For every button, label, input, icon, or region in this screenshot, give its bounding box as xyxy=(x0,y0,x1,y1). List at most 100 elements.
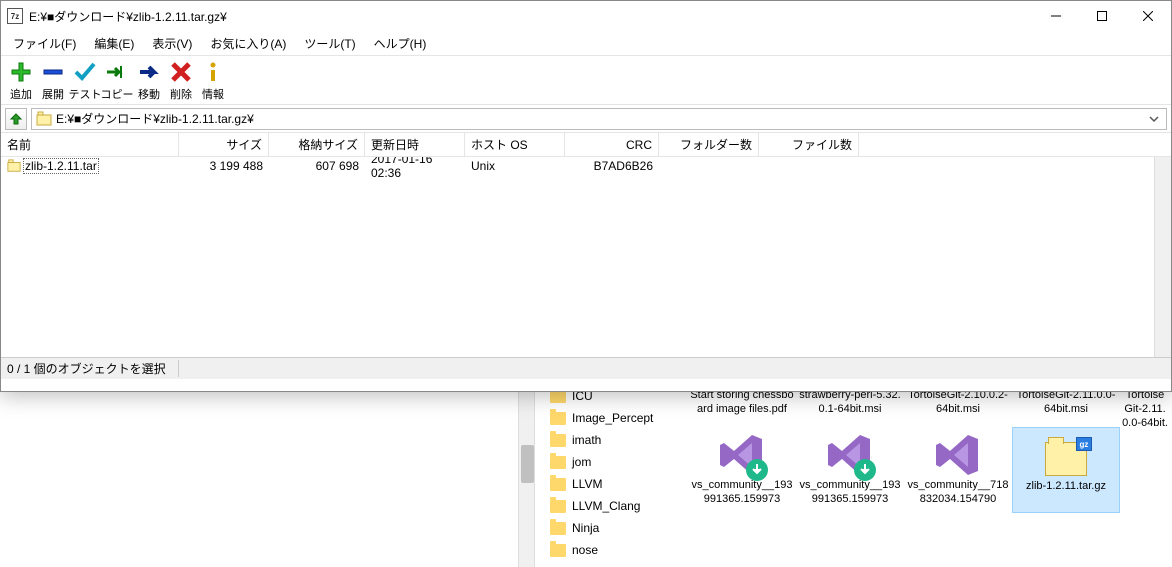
menu-help[interactable]: ヘルプ(H) xyxy=(366,33,435,54)
file-label: vs_community__193991365.159973 xyxy=(798,479,902,507)
column-crc[interactable]: CRC xyxy=(565,133,659,156)
file-item[interactable]: Start storing chessboard image files.pdf xyxy=(688,389,796,427)
file-item[interactable]: TortoiseGit-2.10.0.2-64bit.msi xyxy=(904,389,1012,427)
file-item[interactable]: vs_community__193991365.159973 xyxy=(688,427,796,513)
file-item[interactable]: TortoiseGit-2.11.0.0-64bit.msi xyxy=(1012,389,1120,427)
visual-studio-icon xyxy=(718,431,766,479)
move-button[interactable]: 移動 xyxy=(133,60,165,102)
chevron-down-icon[interactable] xyxy=(1146,114,1162,124)
folder-icon xyxy=(550,456,566,469)
list-header: 名前 サイズ 格納サイズ 更新日時 ホスト OS CRC フォルダー数 ファイル… xyxy=(1,133,1171,157)
minus-icon xyxy=(41,60,65,84)
toolbar-label: テスト xyxy=(69,86,102,102)
column-files[interactable]: ファイル数 xyxy=(759,133,859,156)
check-icon xyxy=(73,60,97,84)
list-body[interactable]: zlib-1.2.11.tar 3 199 488 607 698 2017-0… xyxy=(1,157,1171,357)
file-label: TortoiseGit-2.11.0.0-64bit.msi xyxy=(1122,389,1168,427)
minimize-button[interactable] xyxy=(1033,1,1079,31)
file-label: zlib-1.2.11.tar.gz xyxy=(1026,480,1106,494)
cell-host: Unix xyxy=(465,158,565,174)
tree-label: Image_Percept xyxy=(572,411,653,425)
file-label: TortoiseGit-2.11.0.0-64bit.msi xyxy=(1014,389,1118,417)
menu-view[interactable]: 表示(V) xyxy=(144,33,200,54)
plus-icon xyxy=(9,60,33,84)
column-packed[interactable]: 格納サイズ xyxy=(269,133,365,156)
test-button[interactable]: テスト xyxy=(69,60,101,102)
cell-folders xyxy=(659,165,759,167)
file-label: Start storing chessboard image files.pdf xyxy=(690,389,794,417)
cell-name-text: zlib-1.2.11.tar xyxy=(23,158,99,174)
explorer-window: ICU Image_Percept imath jom LLVM LLVM_Cl… xyxy=(536,385,1172,567)
folder-icon xyxy=(550,500,566,513)
x-icon xyxy=(169,60,193,84)
tree-label: Ninja xyxy=(572,521,599,535)
file-item[interactable]: vs_community__193991365.159973 xyxy=(796,427,904,513)
window-title: E:¥■ダウンロード¥zlib-1.2.11.tar.gz¥ xyxy=(29,8,1033,25)
file-label: TortoiseGit-2.10.0.2-64bit.msi xyxy=(906,389,1010,417)
archive-small-icon xyxy=(7,159,21,173)
column-folders[interactable]: フォルダー数 xyxy=(659,133,759,156)
copy-arrow-icon xyxy=(105,60,129,84)
tree-item[interactable]: Ninja xyxy=(536,517,684,539)
column-size[interactable]: サイズ xyxy=(179,133,269,156)
column-modified[interactable]: 更新日時 xyxy=(365,133,465,156)
path-input[interactable]: E:¥■ダウンロード¥zlib-1.2.11.tar.gz¥ xyxy=(31,108,1167,130)
titlebar: 7z E:¥■ダウンロード¥zlib-1.2.11.tar.gz¥ xyxy=(1,1,1171,31)
file-item[interactable]: vs_community__718832034.154790 xyxy=(904,427,1012,513)
tree-item[interactable]: jom xyxy=(536,451,684,473)
info-icon xyxy=(201,60,225,84)
statusbar: 0 / 1 個のオブジェクトを選択 xyxy=(1,357,1171,379)
archive-small-icon xyxy=(36,111,52,127)
visual-studio-icon xyxy=(826,431,874,479)
menu-tools[interactable]: ツール(T) xyxy=(296,33,363,54)
tree-label: imath xyxy=(572,433,601,447)
folder-icon xyxy=(550,478,566,491)
column-name[interactable]: 名前 xyxy=(1,133,179,156)
cell-name: zlib-1.2.11.tar xyxy=(1,157,179,175)
sevenzip-window: 7z E:¥■ダウンロード¥zlib-1.2.11.tar.gz¥ ファイル(F… xyxy=(0,0,1172,392)
add-button[interactable]: 追加 xyxy=(5,60,37,102)
toolbar-label: 削除 xyxy=(170,86,192,102)
file-item[interactable]: TortoiseGit-2.11.0.0-64bit.msi xyxy=(1120,389,1170,427)
explorer-file-grid: Start storing chessboard image files.pdf… xyxy=(684,385,1172,567)
list-scrollbar[interactable] xyxy=(1154,157,1171,357)
maximize-button[interactable] xyxy=(1079,1,1125,31)
pathbar: E:¥■ダウンロード¥zlib-1.2.11.tar.gz¥ xyxy=(1,105,1171,133)
cell-files xyxy=(759,165,859,167)
info-button[interactable]: 情報 xyxy=(197,60,229,102)
up-button[interactable] xyxy=(5,108,27,130)
file-item-selected[interactable]: gz zlib-1.2.11.tar.gz xyxy=(1012,427,1120,513)
menu-file[interactable]: ファイル(F) xyxy=(5,33,84,54)
folder-icon xyxy=(550,544,566,557)
cell-packed: 607 698 xyxy=(269,158,365,174)
file-item[interactable]: strawberry-perl-5.32.0.1-64bit.msi xyxy=(796,389,904,427)
toolbar: 追加 展開 テスト コピー 移動 削除 情報 xyxy=(1,55,1171,105)
copy-button[interactable]: コピー xyxy=(101,60,133,102)
explorer-nav-tree: ICU Image_Percept imath jom LLVM LLVM_Cl… xyxy=(536,385,684,567)
move-arrow-icon xyxy=(137,60,161,84)
tree-item[interactable]: LLVM_Clang xyxy=(536,495,684,517)
tree-item[interactable]: nose xyxy=(536,539,684,561)
toolbar-label: 追加 xyxy=(10,86,32,102)
archive-icon: gz xyxy=(1045,442,1087,476)
table-row[interactable]: zlib-1.2.11.tar 3 199 488 607 698 2017-0… xyxy=(1,157,1171,175)
path-text: E:¥■ダウンロード¥zlib-1.2.11.tar.gz¥ xyxy=(56,110,1146,127)
visual-studio-icon xyxy=(934,431,982,479)
tree-item[interactable]: Image_Percept xyxy=(536,407,684,429)
explorer-tree-scrollbar[interactable] xyxy=(518,385,535,567)
cell-size: 3 199 488 xyxy=(179,158,269,174)
file-label: strawberry-perl-5.32.0.1-64bit.msi xyxy=(798,389,902,417)
app-icon: 7z xyxy=(7,8,23,24)
close-button[interactable] xyxy=(1125,1,1171,31)
tree-item[interactable]: imath xyxy=(536,429,684,451)
menu-edit[interactable]: 編集(E) xyxy=(86,33,142,54)
menu-favorites[interactable]: お気に入り(A) xyxy=(202,33,294,54)
toolbar-label: 展開 xyxy=(42,86,64,102)
column-host[interactable]: ホスト OS xyxy=(465,133,565,156)
status-selection: 0 / 1 個のオブジェクトを選択 xyxy=(7,360,179,377)
tree-item[interactable]: LLVM xyxy=(536,473,684,495)
folder-icon xyxy=(550,434,566,447)
tree-label: jom xyxy=(572,455,591,469)
delete-button[interactable]: 削除 xyxy=(165,60,197,102)
extract-button[interactable]: 展開 xyxy=(37,60,69,102)
